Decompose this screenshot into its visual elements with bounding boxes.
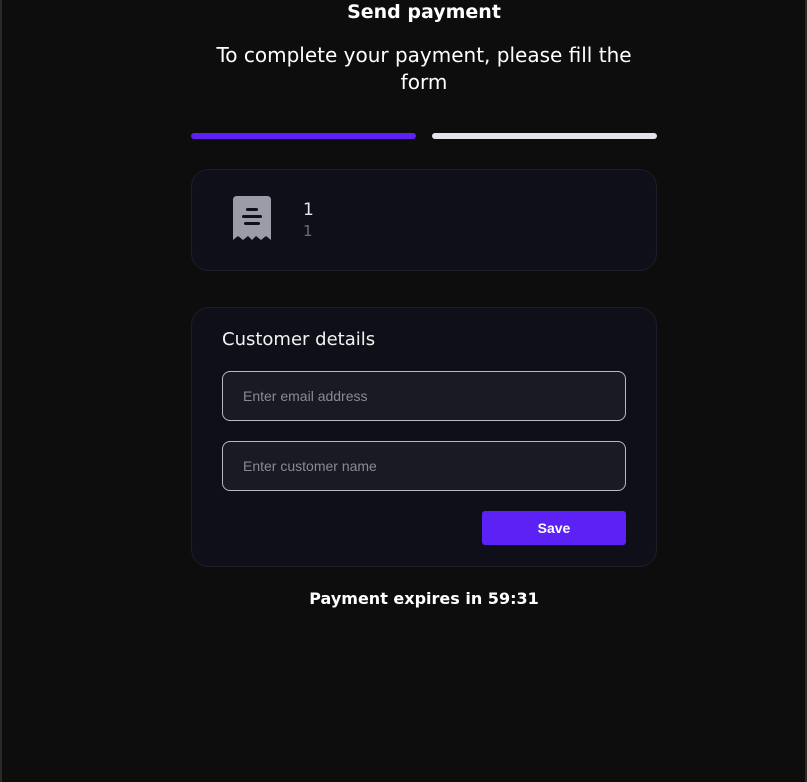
window-edge-left <box>0 0 2 782</box>
page-title: Send payment <box>347 1 501 23</box>
order-item-details: 1 1 <box>303 199 314 241</box>
item-secondary-value: 1 <box>303 222 313 240</box>
form-actions: Save <box>222 511 626 545</box>
progress-step-2 <box>432 133 657 139</box>
customer-name-field[interactable] <box>222 441 626 491</box>
save-button[interactable]: Save <box>482 511 626 545</box>
page-subtitle: To complete your payment, please fill th… <box>216 43 632 94</box>
customer-details-card: Customer details Save <box>191 307 657 567</box>
email-field[interactable] <box>222 371 626 421</box>
payment-panel: Send payment To complete your payment, p… <box>191 0 657 608</box>
item-primary-value: 1 <box>303 200 314 220</box>
payment-expiry-timer: Payment expires in 59:31 <box>309 589 539 608</box>
step-progress <box>191 133 657 139</box>
receipt-icon <box>233 196 271 240</box>
progress-step-1 <box>191 133 416 139</box>
order-item-card: 1 1 <box>191 169 657 271</box>
customer-details-heading: Customer details <box>222 329 376 350</box>
